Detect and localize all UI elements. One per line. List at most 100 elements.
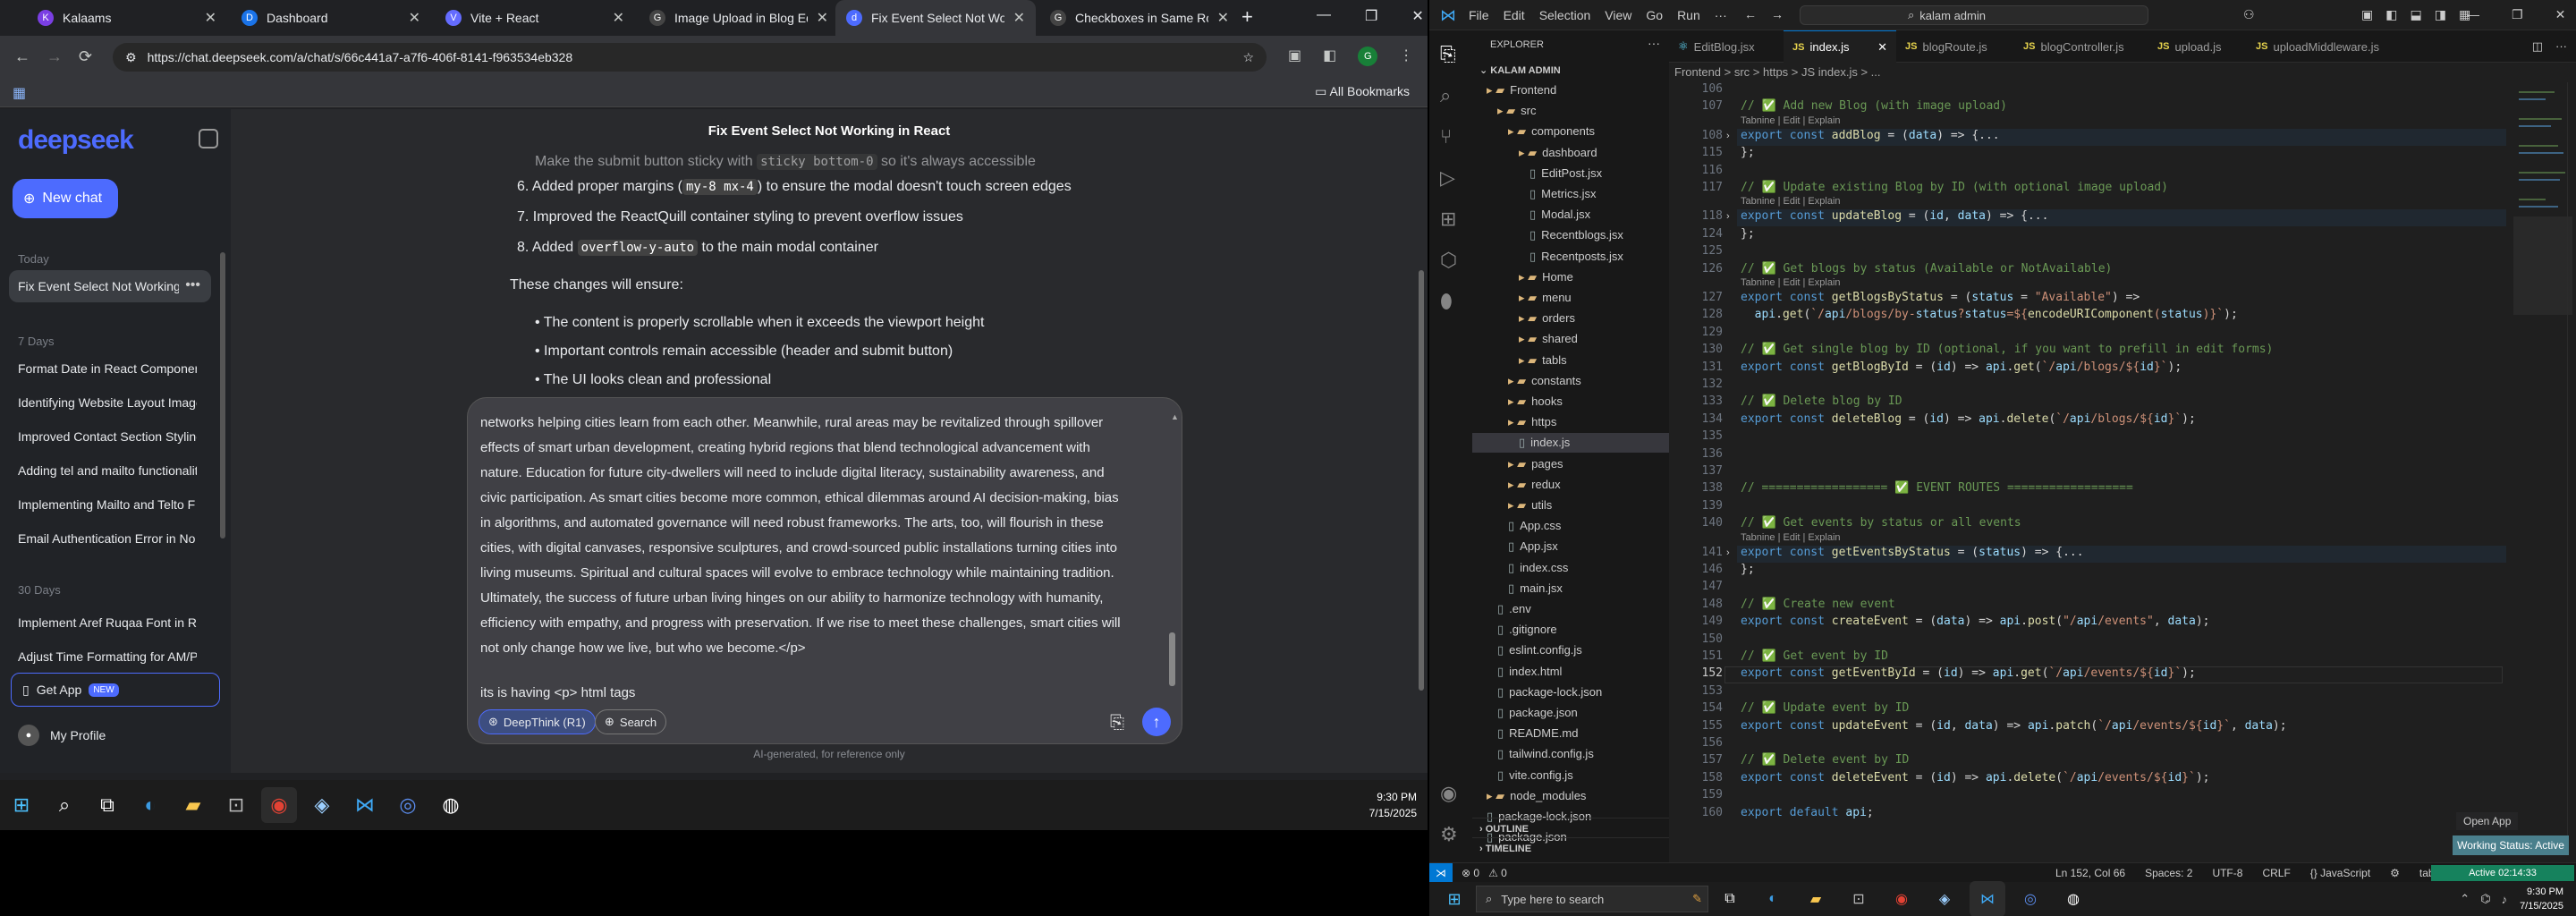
back-icon[interactable]: ←	[14, 47, 30, 66]
code-line[interactable]: export const getBlogsByStatus = (status …	[1741, 291, 2140, 304]
composer-input-line[interactable]: its is having <p> html tags	[480, 681, 1160, 706]
timeline-section[interactable]: › TIMELINE	[1472, 837, 1669, 860]
tree-folder[interactable]: ▸ ▰ Home	[1472, 267, 1669, 287]
code-line[interactable]: export const updateEvent = (id, data) =>…	[1741, 719, 2287, 733]
editor-tab-blogroute[interactable]: JS blogRoute.js	[1896, 30, 2014, 63]
site-info-icon[interactable]: ⚙	[125, 50, 137, 65]
tree-folder[interactable]: ▸ ▰ constants	[1472, 371, 1669, 391]
chat-item[interactable]: Improved Contact Section Styling	[18, 429, 197, 444]
sidepanel-icon[interactable]: ◧	[1323, 47, 1336, 66]
close-tab-icon[interactable]: ✕	[1217, 9, 1229, 27]
my-profile[interactable]: ● My Profile	[18, 725, 106, 746]
maximize-icon[interactable]: ❐	[1365, 7, 1377, 25]
editor-more-icon[interactable]: ···	[2555, 39, 2567, 54]
menu-edit[interactable]: Edit	[1504, 8, 1525, 22]
active-timer-badge[interactable]: Active 02:14:33	[2431, 865, 2574, 881]
codelens-tabnine[interactable]: Tabnine | Edit | Explain	[1741, 115, 1841, 126]
zoom-icon[interactable]: ◎	[2012, 881, 2048, 916]
codelens-tabnine[interactable]: Tabnine | Edit | Explain	[1741, 196, 1841, 207]
tree-folder[interactable]: ▸ ▰ pages	[1472, 454, 1669, 474]
menu-kebab-icon[interactable]: ⋮	[1399, 47, 1413, 66]
store-icon[interactable]: ⊡	[218, 787, 254, 823]
tree-file[interactable]: ▯ package.json	[1472, 703, 1669, 723]
windows-start-icon[interactable]: ⊞	[4, 787, 39, 823]
menu-run[interactable]: Run	[1677, 8, 1700, 22]
chat-item[interactable]: Implement Aref Ruqaa Font in React	[18, 615, 197, 630]
command-center-search[interactable]: ⌕ kalam admin	[1800, 5, 2148, 25]
toggle-sidebar-icon[interactable]: ◧	[2385, 7, 2397, 22]
vscode-icon[interactable]: ⋈	[1970, 881, 2005, 916]
tree-folder[interactable]: ▸ ▰ Frontend	[1472, 81, 1669, 100]
tree-file[interactable]: ▯ eslint.config.js	[1472, 640, 1669, 660]
close-tab-icon[interactable]: ✕	[613, 9, 624, 27]
tree-file[interactable]: ▯ index.js	[1472, 433, 1669, 454]
vscode-icon[interactable]: ⋈	[347, 787, 383, 823]
workspace-root[interactable]: ⌄ KALAM ADMIN	[1479, 64, 1561, 76]
media-icon[interactable]: ◍	[2055, 881, 2091, 916]
browser-tab-vite[interactable]: V Vite + React ✕	[435, 0, 635, 36]
close-tab-icon[interactable]: ✕	[817, 9, 828, 27]
tree-folder[interactable]: ▸ ▰ node_modules	[1472, 786, 1669, 806]
tray-chevron-icon[interactable]: ⌃	[2460, 892, 2470, 906]
tree-file[interactable]: ▯ main.jsx	[1472, 579, 1669, 598]
problems-indicator[interactable]: ⊗ 0 ⚠ 0	[1462, 867, 1507, 879]
bookmark-star-icon[interactable]: ☆	[1242, 50, 1254, 65]
new-chat-button[interactable]: ⊕ New chat	[13, 179, 118, 218]
code-line[interactable]: // ✅ Delete event by ID	[1741, 753, 1909, 767]
code-line[interactable]: };	[1741, 227, 1755, 241]
edge-icon[interactable]: ◐	[132, 787, 168, 823]
code-line[interactable]: };	[1741, 563, 1755, 576]
editor-tab-uploadmiddleware[interactable]: JS uploadMiddleware.js	[2247, 30, 2399, 63]
composer-scrollbar[interactable]	[1169, 632, 1175, 686]
source-control-icon[interactable]: ⑂	[1440, 125, 1452, 148]
extensions-icon[interactable]: ⊞	[1440, 208, 1456, 231]
language-mode[interactable]: {} JavaScript	[2310, 867, 2370, 879]
editor-tab-editblog[interactable]: ⚛ EditBlog.jsx	[1669, 30, 1784, 63]
tree-folder[interactable]: ▸ ▰ orders	[1472, 309, 1669, 328]
tree-folder[interactable]: ▸ ▰ components	[1472, 122, 1669, 141]
apps-grid-icon[interactable]: ▦	[13, 84, 26, 102]
tree-folder[interactable]: ▸ ▰ src	[1472, 101, 1669, 121]
code-line[interactable]: export default api;	[1741, 806, 1874, 819]
search-button[interactable]: ⊕ Search	[595, 709, 667, 734]
indentation[interactable]: Spaces: 2	[2145, 867, 2192, 879]
code-line[interactable]: export const updateBlog = (id, data) => …	[1741, 209, 2048, 223]
close-tab-icon[interactable]: ✕	[1013, 9, 1025, 27]
chat-scrollbar[interactable]	[1419, 270, 1424, 691]
code-line[interactable]: export const deleteEvent = (id) => api.d…	[1741, 771, 2209, 785]
encoding[interactable]: UTF-8	[2212, 867, 2242, 879]
tree-folder[interactable]: ▸ ▰ menu	[1472, 288, 1669, 308]
browser-tab-dashboard[interactable]: D Dashboard ✕	[231, 0, 431, 36]
editor-scrollbar[interactable]	[2567, 82, 2574, 852]
close-tab-icon[interactable]: ✕	[205, 9, 216, 27]
code-line[interactable]: export const getEventById = (id) => api.…	[1741, 666, 2196, 680]
code-line[interactable]: // ✅ Get event by ID	[1741, 649, 1888, 663]
tree-file[interactable]: ▯ .gitignore	[1472, 620, 1669, 640]
open-app-button[interactable]: Open App	[2456, 812, 2519, 830]
tree-file[interactable]: ▯ Recentposts.jsx	[1472, 247, 1669, 267]
minimize-icon[interactable]: —	[2467, 7, 2479, 22]
windows-start-icon[interactable]: ⊞	[1436, 881, 1472, 916]
edge-icon[interactable]: ◐	[1755, 881, 1791, 916]
clock-left[interactable]: 9:30 PM 7/15/2025	[1369, 789, 1417, 821]
back-nav-icon[interactable]: ←	[1744, 7, 1757, 21]
cursor-position[interactable]: Ln 152, Col 66	[2055, 867, 2125, 879]
volume-icon[interactable]: ♪	[2502, 893, 2508, 906]
close-tab-icon[interactable]: ✕	[1877, 40, 1887, 55]
code-line[interactable]: export const createEvent = (data) => api…	[1741, 615, 2209, 628]
tree-file[interactable]: ▯ package-lock.json	[1472, 683, 1669, 702]
code-line[interactable]: api.get(`/api/blogs/by-status?status=${e…	[1741, 308, 2238, 321]
get-app-button[interactable]: ▯ Get App NEW	[11, 673, 220, 707]
toggle-secondary-icon[interactable]: ◨	[2435, 7, 2446, 22]
menu-view[interactable]: View	[1605, 8, 1631, 22]
chat-item[interactable]: Email Authentication Error in No	[18, 531, 197, 546]
deepseek-logo[interactable]: deepseek	[18, 125, 134, 156]
profile-avatar[interactable]: G	[1358, 47, 1378, 66]
tree-file[interactable]: ▯ tailwind.config.js	[1472, 744, 1669, 764]
editor-tab-blogcontroller[interactable]: JS blogController.js	[2014, 30, 2148, 63]
run-debug-icon[interactable]: ▷	[1440, 166, 1455, 190]
explorer-icon[interactable]: ⎘	[1440, 43, 1456, 66]
go-live-icon[interactable]: ⚙	[2390, 867, 2400, 879]
remote-indicator-icon[interactable]: ⋊	[1429, 863, 1453, 883]
fold-chevron-icon[interactable]: ›	[1726, 211, 1730, 222]
